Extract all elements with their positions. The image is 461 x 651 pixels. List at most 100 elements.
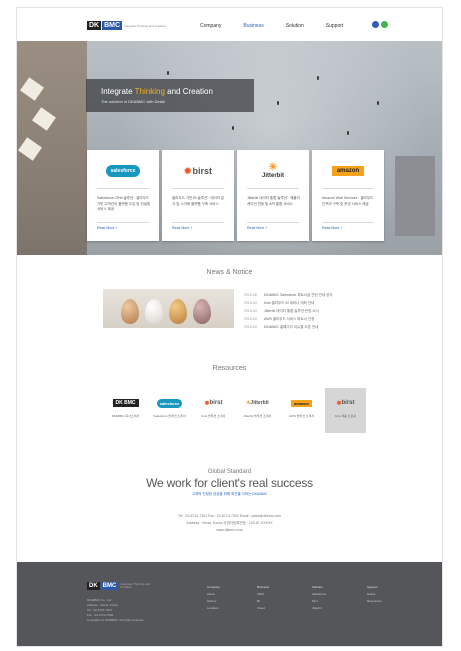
logo-bmc: BMC (102, 21, 123, 30)
amazon-logo: amazon (312, 159, 384, 183)
news-list: 2015.05 DK&BMC Salesforce 파트너십 관련 안내 공지 2… (244, 291, 379, 331)
pedestrian (277, 101, 279, 105)
resource-item-selected[interactable]: ✹ birst birst 제품 브로셔 (325, 388, 366, 433)
resource-item[interactable]: DK BMC DK&BMC 회사소개서 (105, 388, 146, 433)
footer-link[interactable]: birst (312, 598, 352, 605)
global-label: Global Standard (207, 469, 252, 475)
hero-building (395, 156, 435, 236)
divider (172, 222, 224, 223)
logo-dk: DK (87, 21, 102, 30)
footer-col-support: Support Notice Resources (367, 584, 407, 605)
footer-link[interactable]: Salesforce (312, 591, 352, 598)
main-nav: Company Business Solution Support (200, 23, 343, 29)
hero-title-highlight: Thinking (134, 87, 165, 96)
birst-logo: ✹ birst (193, 396, 234, 410)
news-item[interactable]: 2015.05 DK&BMC Salesforce 파트너십 관련 안내 공지 (244, 291, 379, 299)
news-image (103, 289, 234, 328)
divider (97, 188, 149, 189)
divider (322, 222, 374, 223)
news-item[interactable]: 2015.03 DK&BMC 홈페이지 리뉴얼 오픈 안내 (244, 323, 379, 331)
pedestrian (317, 76, 319, 80)
facebook-icon[interactable] (372, 21, 379, 28)
news-item[interactable]: 2015.04 birst 클라우드 BI 세미나 개최 안내 (244, 299, 379, 307)
footer-col-business: Business CRM BI Cloud (257, 584, 297, 612)
dkbmc-logo-text: DK BMC (112, 399, 139, 407)
footer-link[interactable]: CRM (257, 591, 297, 598)
divider (97, 222, 149, 223)
egg-shape (193, 299, 211, 324)
salesforce-logo-text: salesforce (105, 165, 141, 177)
news-text: DK&BMC 홈페이지 리뉴얼 오픈 안내 (264, 325, 319, 329)
resource-caption: birst 제품 브로셔 (334, 414, 357, 418)
nav-company[interactable]: Company (200, 23, 221, 29)
news-item[interactable]: 2015.04 Jitterbit 데이터 통합 솔루션 런칭 소식 (244, 307, 379, 315)
blog-icon[interactable] (381, 21, 388, 28)
footer-logo-bmc: BMC (100, 582, 119, 590)
read-more-link[interactable]: Read More + (172, 226, 192, 230)
nav-support[interactable]: Support (326, 23, 344, 29)
divider (247, 222, 299, 223)
footer-col-solution: Solution Salesforce birst Jitterbit (312, 584, 352, 612)
header: DK BMC Integrate Thinking and Creation C… (17, 8, 442, 41)
news-date: 2015.04 (244, 301, 257, 305)
egg-shape (121, 299, 139, 324)
solution-card-salesforce[interactable]: salesforce Salesforce CRM 솔루션 · 클라우드 기반 … (87, 150, 159, 241)
logo[interactable]: DK BMC Integrate Thinking and Creation (87, 20, 172, 31)
card-text: 클라우드 기반 BI 솔루션 · 데이터 분석 및 시각화 플랫폼 구축 서비스 (172, 196, 225, 206)
birst-logo-text: birst (341, 400, 355, 406)
divider (172, 188, 224, 189)
news-text: Jitterbit 데이터 통합 솔루션 런칭 소식 (264, 309, 319, 313)
logo-tagline: Integrate Thinking and Creation (124, 23, 167, 28)
pedestrian (167, 71, 169, 75)
solution-card-jitterbit[interactable]: ✳ Jitterbit Jitterbit 데이터 통합 솔루션 · 애플리케이… (237, 150, 309, 241)
read-more-link[interactable]: Read More + (247, 226, 267, 230)
footer-link[interactable]: History (207, 598, 247, 605)
hero-title: Integrate Thinking and Creation (101, 87, 213, 96)
resource-item[interactable]: ✳ Jitterbit Jitterbit 솔루션 소개서 (237, 388, 278, 433)
card-text: Amazon Web Services · 클라우드 인프라 구축 및 운영 서… (322, 196, 374, 206)
resource-caption: Salesforce 솔루션 소개서 (153, 414, 186, 418)
resource-item[interactable]: amazon AWS 솔루션 소개서 (281, 388, 322, 433)
page: DK BMC Integrate Thinking and Creation C… (17, 8, 442, 646)
solution-cards: salesforce Salesforce CRM 솔루션 · 클라우드 기반 … (87, 150, 384, 241)
hero-subtitle: The solution in DK&BMC with Detail (101, 99, 165, 104)
footer-col-head[interactable]: Company (207, 584, 247, 591)
card-text: Salesforce CRM 솔루션 · 클라우드 기반 고객관리 플랫폼 도입… (97, 196, 151, 211)
read-more-link[interactable]: Read More + (322, 226, 342, 230)
footer-link[interactable]: Notice (367, 591, 407, 598)
footer-link[interactable]: Cloud (257, 605, 297, 612)
nav-solution[interactable]: Solution (286, 23, 304, 29)
solution-card-birst[interactable]: ✹ birst 클라우드 기반 BI 솔루션 · 데이터 분석 및 시각화 플랫… (162, 150, 234, 241)
resource-caption: AWS 솔루션 소개서 (289, 414, 314, 418)
footer-link[interactable]: Jitterbit (312, 605, 352, 612)
nav-business[interactable]: Business (243, 23, 263, 29)
footer-col-head[interactable]: Support (367, 584, 407, 591)
footer-link[interactable]: About (207, 591, 247, 598)
footer-info: DK&BMC Co., Ltd. Address : Seoul, Korea … (87, 598, 182, 623)
card-text: Jitterbit 데이터 통합 솔루션 · 애플리케이션 연동 및 API 통… (247, 196, 300, 206)
footer-link[interactable]: Location (207, 605, 247, 612)
footer-link[interactable]: Resources (367, 598, 407, 605)
footer-link[interactable]: BI (257, 598, 297, 605)
footer-info-line: Copyright (c) DK&BMC. All rights reserve… (87, 618, 145, 622)
resource-item[interactable]: salesforce Salesforce 솔루션 소개서 (149, 388, 190, 433)
contact-line-1: Tel : 02-6713-7301 Fax : 02-6713-7302 Em… (178, 514, 281, 518)
footer-col-head[interactable]: Solution (312, 584, 352, 591)
contact-line-2: Address : Seoul, Korea 사업자등록번호 : 120-87-… (186, 521, 273, 525)
global-sub: 고객의 진정한 성공을 위해 최선을 다하는 DK&BMC (191, 492, 268, 496)
footer-logo-dk: DK (87, 582, 100, 590)
amazon-logo-text: amazon (291, 399, 312, 407)
solution-card-amazon[interactable]: amazon Amazon Web Services · 클라우드 인프라 구축… (312, 150, 384, 241)
read-more-link[interactable]: Read More + (97, 226, 117, 230)
pedestrian (377, 101, 379, 105)
footer-col-head[interactable]: Business (257, 584, 297, 591)
contact-line-3[interactable]: www.dkbmc.com (17, 528, 442, 532)
global-headline: We work for client's real success (146, 476, 313, 490)
resource-item[interactable]: ✹ birst birst 솔루션 소개서 (193, 388, 234, 433)
birst-star-icon: ✹ (183, 165, 192, 176)
news-item[interactable]: 2015.03 AWS 클라우드 서비스 파트너 선정 (244, 315, 379, 323)
hero-banner: Integrate Thinking and Creation The solu… (86, 79, 254, 112)
resource-caption: birst 솔루션 소개서 (201, 414, 226, 418)
footer-logo[interactable]: DK BMC Integrate Thinking and Creation (87, 582, 156, 590)
news-date: 2015.04 (244, 309, 257, 313)
